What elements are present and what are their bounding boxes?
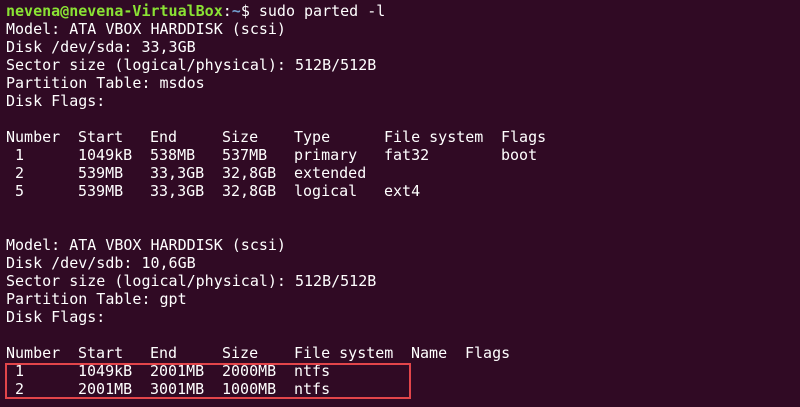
terminal-window[interactable]: nevena@nevena-VirtualBox:~$ sudo parted … bbox=[0, 0, 800, 407]
prompt-command: sudo parted -l bbox=[249, 2, 386, 20]
cell-file-system: ntfs bbox=[294, 362, 331, 380]
disk2-disk-flags: Disk Flags: bbox=[6, 308, 106, 326]
disk1-sector-size: Sector size (logical/physical): 512B/512… bbox=[6, 56, 377, 74]
cell-type: logical bbox=[294, 182, 358, 200]
cell-start: 1049kB bbox=[78, 146, 133, 164]
cell-start: 539MB bbox=[78, 164, 124, 182]
disk2-partition-table: Partition Table: gpt bbox=[6, 290, 187, 308]
header-size: Size bbox=[222, 344, 259, 362]
cell-size: 32,8GB bbox=[222, 164, 277, 182]
header-name: Name bbox=[411, 344, 448, 362]
cell-file-system: fat32 bbox=[384, 146, 430, 164]
header-file-system: File system bbox=[384, 128, 484, 146]
cell-number: 5 bbox=[6, 182, 25, 200]
cell-size: 537MB bbox=[222, 146, 268, 164]
disk1-partition-table: Partition Table: msdos bbox=[6, 74, 205, 92]
prompt-user-host: nevena@nevena-VirtualBox bbox=[6, 2, 223, 20]
cell-file-system: ext4 bbox=[384, 182, 421, 200]
cell-end: 538MB bbox=[150, 146, 196, 164]
cell-number: 2 bbox=[6, 164, 25, 182]
header-flags: Flags bbox=[465, 344, 511, 362]
cell-number: 2 bbox=[6, 380, 25, 398]
cell-file-system: ntfs bbox=[294, 380, 331, 398]
table-row: 5 539MB 33,3GB 32,8GB logical ext4 bbox=[6, 182, 800, 200]
cell-size: 1000MB bbox=[222, 380, 277, 398]
header-flags: Flags bbox=[501, 128, 547, 146]
table-row: 1 1049kB 2001MB 2000MB ntfs bbox=[6, 362, 800, 380]
table-row: 1 1049kB 538MB 537MB primary fat32 boot bbox=[6, 146, 800, 164]
disk2-model: Model: ATA VBOX HARDDISK (scsi) bbox=[6, 236, 286, 254]
prompt-symbol: $ bbox=[240, 2, 250, 20]
cell-start: 1049kB bbox=[78, 362, 133, 380]
header-type: Type bbox=[294, 128, 331, 146]
table-row: 2 2001MB 3001MB 1000MB ntfs bbox=[6, 380, 800, 398]
cell-start: 539MB bbox=[78, 182, 124, 200]
prompt-separator: : bbox=[222, 2, 232, 20]
cell-flags: boot bbox=[501, 146, 538, 164]
header-end: End bbox=[150, 128, 178, 146]
cell-end: 33,3GB bbox=[150, 182, 205, 200]
cell-type: primary bbox=[294, 146, 358, 164]
prompt-line: nevena@nevena-VirtualBox:~$ sudo parted … bbox=[6, 2, 800, 20]
header-start: Start bbox=[78, 128, 124, 146]
prompt-path: ~ bbox=[231, 2, 241, 20]
header-start: Start bbox=[78, 344, 124, 362]
disk1-disk-flags: Disk Flags: bbox=[6, 92, 106, 110]
disk1-table-header: Number Start End Size Type File system Flags bbox=[6, 128, 800, 146]
cell-end: 3001MB bbox=[150, 380, 205, 398]
cell-size: 2000MB bbox=[222, 362, 277, 380]
header-end: End bbox=[150, 344, 178, 362]
cell-end: 2001MB bbox=[150, 362, 205, 380]
cell-number: 1 bbox=[6, 362, 25, 380]
disk1-disk: Disk /dev/sda: 33,3GB bbox=[6, 38, 196, 56]
cell-start: 2001MB bbox=[78, 380, 133, 398]
disk1-model: Model: ATA VBOX HARDDISK (scsi) bbox=[6, 20, 286, 38]
header-number: Number bbox=[6, 344, 61, 362]
table-row: 2 539MB 33,3GB 32,8GB extended bbox=[6, 164, 800, 182]
cell-type: extended bbox=[294, 164, 367, 182]
disk2-disk: Disk /dev/sdb: 10,6GB bbox=[6, 254, 196, 272]
disk2-sector-size: Sector size (logical/physical): 512B/512… bbox=[6, 272, 377, 290]
disk2-table-header: Number Start End Size File system Name Flags bbox=[6, 344, 800, 362]
cell-end: 33,3GB bbox=[150, 164, 205, 182]
cell-size: 32,8GB bbox=[222, 182, 277, 200]
header-file-system: File system bbox=[294, 344, 394, 362]
cell-number: 1 bbox=[6, 146, 25, 164]
header-size: Size bbox=[222, 128, 259, 146]
header-number: Number bbox=[6, 128, 61, 146]
